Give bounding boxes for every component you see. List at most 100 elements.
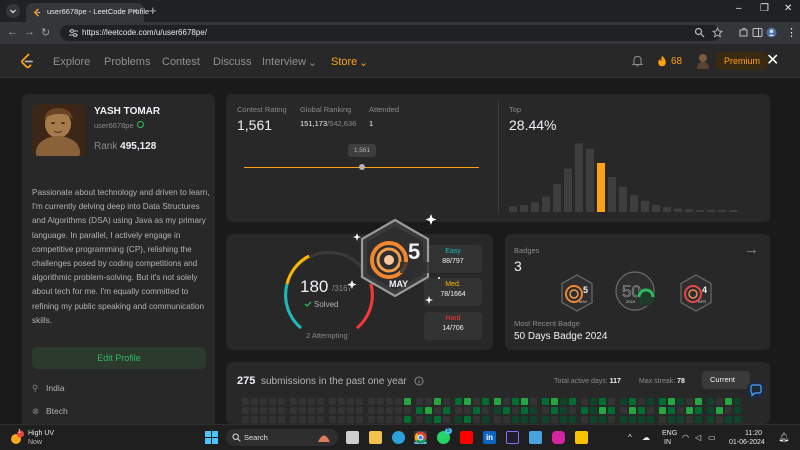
chat-support-icon[interactable] (746, 380, 766, 400)
heatmap-cell[interactable] (347, 407, 354, 414)
heatmap-cell[interactable] (716, 416, 723, 423)
heatmap-cell[interactable] (521, 398, 528, 405)
clock-date[interactable]: 01-06-2024 (729, 439, 765, 446)
heatmap-cell[interactable] (290, 416, 297, 423)
language-bottom[interactable]: IN (664, 439, 671, 446)
heatmap-cell[interactable] (707, 407, 714, 414)
heatmap-cell[interactable] (494, 398, 501, 405)
heatmap-cell[interactable] (299, 398, 306, 405)
heatmap-cell[interactable] (425, 416, 432, 423)
heatmap-cell[interactable] (581, 407, 588, 414)
heatmap-cell[interactable] (659, 398, 666, 405)
heatmap-cell[interactable] (416, 398, 423, 405)
heatmap-cell[interactable] (482, 416, 489, 423)
heatmap-cell[interactable] (299, 416, 306, 423)
heatmap-cell[interactable] (686, 398, 693, 405)
heatmap-cell[interactable] (695, 407, 702, 414)
year-dropdown[interactable]: Current (702, 371, 750, 389)
heatmap-cell[interactable] (395, 398, 402, 405)
heatmap-cell[interactable] (464, 416, 471, 423)
heatmap-cell[interactable] (599, 407, 606, 414)
heatmap-cell[interactable] (560, 398, 567, 405)
heatmap-cell[interactable] (395, 416, 402, 423)
heatmap-cell[interactable] (590, 398, 597, 405)
notepad-icon[interactable] (529, 431, 542, 444)
heatmap-cell[interactable] (647, 398, 654, 405)
heatmap-cell[interactable] (404, 416, 411, 423)
overlay-close-icon[interactable]: ✕ (766, 50, 779, 70)
rating-point[interactable] (359, 164, 365, 170)
language-top[interactable]: ENG (662, 430, 677, 437)
apr-badge-icon[interactable]: 4 APR (679, 274, 713, 312)
heatmap-cell[interactable] (638, 398, 645, 405)
heatmap-cell[interactable] (494, 407, 501, 414)
heatmap-cell[interactable] (464, 398, 471, 405)
heatmap-cell[interactable] (269, 398, 276, 405)
heatmap-cell[interactable] (659, 407, 666, 414)
heatmap-cell[interactable] (581, 398, 588, 405)
heatmap-cell[interactable] (494, 416, 501, 423)
address-bar[interactable]: https://leetcode.com/u/user6678pe/ (60, 25, 720, 41)
heatmap-cell[interactable] (329, 416, 336, 423)
heatmap-cell[interactable] (269, 407, 276, 414)
nav-contest[interactable]: Contest (162, 56, 200, 68)
heatmap-cell[interactable] (569, 407, 576, 414)
nav-interview[interactable]: Interview (262, 56, 306, 68)
heatmap-cell[interactable] (386, 398, 393, 405)
file-explorer-icon[interactable] (369, 431, 382, 444)
new-tab-button[interactable]: + (149, 3, 157, 18)
heatmap-cell[interactable] (269, 416, 276, 423)
heatmap-cell[interactable] (629, 407, 636, 414)
heatmap-cell[interactable] (695, 416, 702, 423)
heatmap-cell[interactable] (716, 407, 723, 414)
heatmap-cell[interactable] (608, 398, 615, 405)
heatmap-cell[interactable] (638, 407, 645, 414)
heatmap-cell[interactable] (455, 398, 462, 405)
heatmap-cell[interactable] (542, 398, 549, 405)
heatmap-cell[interactable] (329, 398, 336, 405)
heatmap-cell[interactable] (551, 416, 558, 423)
heatmap-cell[interactable] (308, 407, 315, 414)
heatmap-cell[interactable] (530, 416, 537, 423)
heatmap-cell[interactable] (443, 398, 450, 405)
heatmap-cell[interactable] (677, 407, 684, 414)
heatmap-cell[interactable] (560, 416, 567, 423)
heatmap-cell[interactable] (668, 398, 675, 405)
heatmap-cell[interactable] (695, 398, 702, 405)
heatmap-cell[interactable] (278, 416, 285, 423)
tab-search-button[interactable] (6, 4, 20, 18)
browser-tab[interactable]: user6678pe - LeetCode Profile × (26, 3, 149, 22)
streak-fire-icon[interactable] (657, 55, 667, 67)
bookmark-star-icon[interactable] (712, 27, 723, 38)
heatmap-cell[interactable] (482, 407, 489, 414)
heatmap-cell[interactable] (308, 416, 315, 423)
minimize-button[interactable]: – (736, 3, 742, 14)
heatmap-cell[interactable] (590, 407, 597, 414)
nav-explore[interactable]: Explore (53, 56, 90, 68)
cloud-icon[interactable]: ☁ (642, 433, 650, 442)
leetcode-logo-icon[interactable] (20, 53, 34, 69)
heatmap-cell[interactable] (569, 398, 576, 405)
heatmap-cell[interactable] (620, 416, 627, 423)
heatmap-cell[interactable] (329, 407, 336, 414)
notifications-icon[interactable]: 🔔︎ (778, 432, 789, 443)
50-days-badge-icon[interactable]: 50 2024 (615, 270, 659, 312)
notification-bell-icon[interactable] (632, 55, 643, 67)
heatmap-cell[interactable] (725, 398, 732, 405)
heatmap-cell[interactable] (425, 407, 432, 414)
heatmap-cell[interactable] (638, 416, 645, 423)
site-info-icon[interactable] (68, 28, 79, 38)
heatmap-cell[interactable] (434, 416, 441, 423)
heatmap-cell[interactable] (668, 416, 675, 423)
youtube-icon[interactable] (460, 431, 473, 444)
heatmap-cell[interactable] (512, 398, 519, 405)
heatmap-cell[interactable] (416, 416, 423, 423)
heatmap-cell[interactable] (416, 407, 423, 414)
heatmap-cell[interactable] (734, 407, 741, 414)
heatmap-cell[interactable] (542, 416, 549, 423)
instagram-icon[interactable] (552, 431, 565, 444)
heatmap-cell[interactable] (299, 407, 306, 414)
heatmap-cell[interactable] (260, 398, 267, 405)
heatmap-cell[interactable] (659, 416, 666, 423)
heatmap-cell[interactable] (347, 416, 354, 423)
